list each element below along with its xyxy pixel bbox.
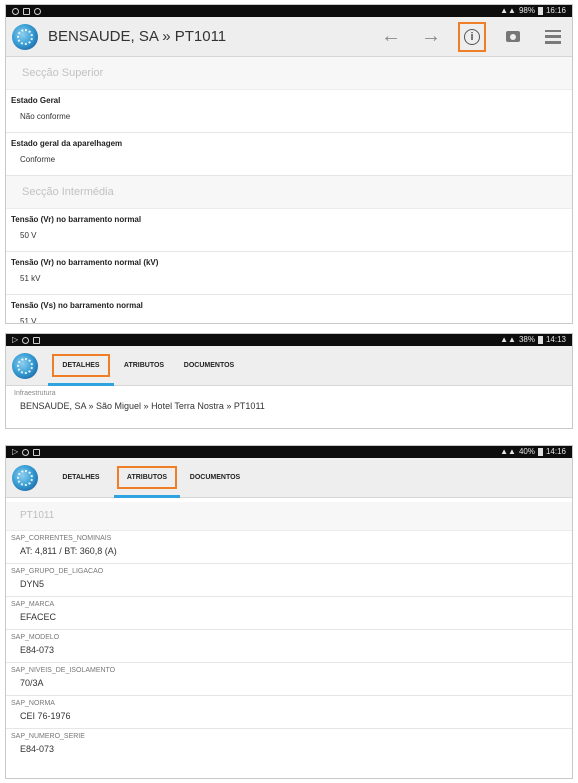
tab-documentos[interactable]: DOCUMENTOS — [180, 458, 250, 498]
app-bar: BENSAUDE, SA » PT1011 ← → i — [6, 17, 572, 57]
attribute-label: SAP_MODELO — [11, 634, 60, 641]
field-tensao-vr[interactable]: Tensão (Vr) no barramento normal 50 V — [6, 209, 572, 252]
screenshot-atributos-tab: ▷ ▲▲ 40% 14:16 DETALHES ATRIBUTOS DOCUME… — [6, 446, 572, 778]
field-label: Tensão (Vs) no barramento normal — [11, 301, 143, 310]
attribute-row[interactable]: SAP_MODELO E84-073 — [6, 630, 572, 663]
attribute-value: AT: 4,811 / BT: 360,8 (A) — [20, 546, 117, 556]
attribute-row[interactable]: SAP_CORRENTES_NOMINAIS AT: 4,811 / BT: 3… — [6, 531, 572, 564]
attribute-label: SAP_MARCA — [11, 601, 55, 608]
infrastructure-field[interactable]: Infraestrutura BENSAUDE, SA » São Miguel… — [6, 386, 572, 419]
status-bar: ▷ ▲▲ 38% 14:13 — [6, 334, 572, 346]
clock: 14:16 — [545, 447, 566, 456]
screenshot-detalhes-tab: ▷ ▲▲ 38% 14:13 DETALHES ATRIBUTOS DOCUME… — [6, 334, 572, 428]
tab-label: ATRIBUTOS — [116, 466, 178, 489]
app-logo — [12, 23, 38, 50]
battery-percent: 98% — [518, 6, 535, 15]
attribute-value: E84-073 — [20, 645, 55, 655]
attribute-row[interactable]: SAP_NUMERO_SERIE E84-073 — [6, 729, 572, 762]
battery-percent: 38% — [518, 335, 535, 344]
field-tensao-vr-kv[interactable]: Tensão (Vr) no barramento normal (kV) 51… — [6, 252, 572, 295]
attribute-value: E84-073 — [20, 744, 55, 754]
status-bar: ▷ ▲▲ 40% 14:16 — [6, 446, 572, 458]
attribute-label: SAP_NUMERO_SERIE — [11, 733, 85, 740]
arrow-left-icon[interactable]: ← — [378, 24, 404, 50]
field-label: Tensão (Vr) no barramento normal (kV) — [11, 258, 159, 267]
attribute-value: CEI 76-1976 — [20, 711, 71, 721]
info-icon[interactable]: i — [458, 21, 486, 52]
tab-label: ATRIBUTOS — [123, 362, 165, 369]
battery-percent: 40% — [518, 447, 535, 456]
notification-icon — [23, 7, 30, 15]
tab-atributos[interactable]: ATRIBUTOS — [114, 458, 180, 498]
arrow-right-icon[interactable]: → — [418, 24, 444, 50]
field-label: Infraestrutura — [14, 390, 56, 397]
tab-label: DETALHES — [52, 354, 110, 377]
tab-detalhes[interactable]: DETALHES — [48, 346, 114, 386]
section-header-upper: Secção Superior — [6, 57, 572, 90]
tab-documentos[interactable]: DOCUMENTOS — [174, 346, 244, 386]
attribute-row[interactable]: SAP_NORMA CEI 76-1976 — [6, 696, 572, 729]
field-label: Estado Geral — [11, 96, 61, 105]
attribute-row[interactable]: SAP_NIVEIS_DE_ISOLAMENTO 70/3A — [6, 663, 572, 696]
attributes-title: PT1011 — [6, 502, 572, 531]
attribute-row[interactable]: SAP_GRUPO_DE_LIGACAO DYN5 — [6, 564, 572, 597]
field-estado-geral[interactable]: Estado Geral Não conforme — [6, 90, 572, 133]
attribute-value: DYN5 — [20, 579, 45, 589]
sync-icon — [12, 7, 19, 15]
location-icon — [34, 7, 41, 15]
play-icon: ▷ — [12, 335, 19, 344]
app-logo — [12, 464, 38, 491]
tab-atributos[interactable]: ATRIBUTOS — [114, 346, 174, 386]
field-value: Não conforme — [20, 112, 71, 121]
tab-bar: DETALHES ATRIBUTOS DOCUMENTOS — [6, 458, 572, 498]
clock: 16:16 — [545, 6, 566, 15]
attribute-label: SAP_NIVEIS_DE_ISOLAMENTO — [11, 667, 116, 674]
field-tensao-vs[interactable]: Tensão (Vs) no barramento normal 51 V — [6, 295, 572, 323]
notification-icon — [33, 448, 41, 456]
app-logo — [12, 352, 38, 379]
signal-icon: ▲▲ — [500, 335, 516, 344]
infrastructure-breadcrumb: BENSAUDE, SA » São Miguel » Hotel Terra … — [20, 401, 265, 411]
play-icon: ▷ — [12, 447, 19, 456]
notification-icon — [33, 336, 41, 344]
tab-detalhes[interactable]: DETALHES — [48, 458, 114, 498]
sync-icon — [22, 448, 30, 456]
section-header-middle: Secção Intermédia — [6, 176, 572, 209]
field-value: 50 V — [20, 231, 37, 240]
attribute-value: EFACEC — [20, 612, 57, 622]
attribute-label: SAP_NORMA — [11, 700, 55, 707]
field-value: 51 V — [20, 317, 37, 323]
camera-icon[interactable] — [500, 24, 526, 50]
menu-icon[interactable] — [540, 24, 566, 50]
field-estado-aparelhagem[interactable]: Estado geral da aparelhagem Conforme — [6, 133, 572, 176]
attribute-label: SAP_GRUPO_DE_LIGACAO — [11, 568, 104, 575]
field-value: Conforme — [20, 155, 56, 164]
field-label: Tensão (Vr) no barramento normal — [11, 215, 142, 224]
field-value: 51 kV — [20, 274, 41, 283]
tab-bar: DETALHES ATRIBUTOS DOCUMENTOS — [6, 346, 572, 386]
battery-icon — [537, 336, 543, 344]
sync-icon — [22, 336, 30, 344]
tab-label: DETALHES — [62, 474, 100, 481]
attribute-label: SAP_CORRENTES_NOMINAIS — [11, 535, 112, 542]
page-title: BENSAUDE, SA » PT1011 — [48, 28, 227, 45]
battery-icon — [537, 448, 543, 456]
tab-label: DOCUMENTOS — [183, 362, 235, 369]
clock: 14:13 — [545, 335, 566, 344]
tab-label: DOCUMENTOS — [189, 474, 241, 481]
signal-icon: ▲▲ — [500, 6, 516, 15]
battery-icon — [537, 7, 543, 15]
screenshot-details-form: ▲▲ 98% 16:16 BENSAUDE, SA » PT1011 ← → i… — [6, 5, 572, 323]
status-bar: ▲▲ 98% 16:16 — [6, 5, 572, 17]
attribute-row[interactable]: SAP_MARCA EFACEC — [6, 597, 572, 630]
attribute-value: 70/3A — [20, 678, 44, 688]
signal-icon: ▲▲ — [500, 447, 516, 456]
field-label: Estado geral da aparelhagem — [11, 139, 123, 148]
